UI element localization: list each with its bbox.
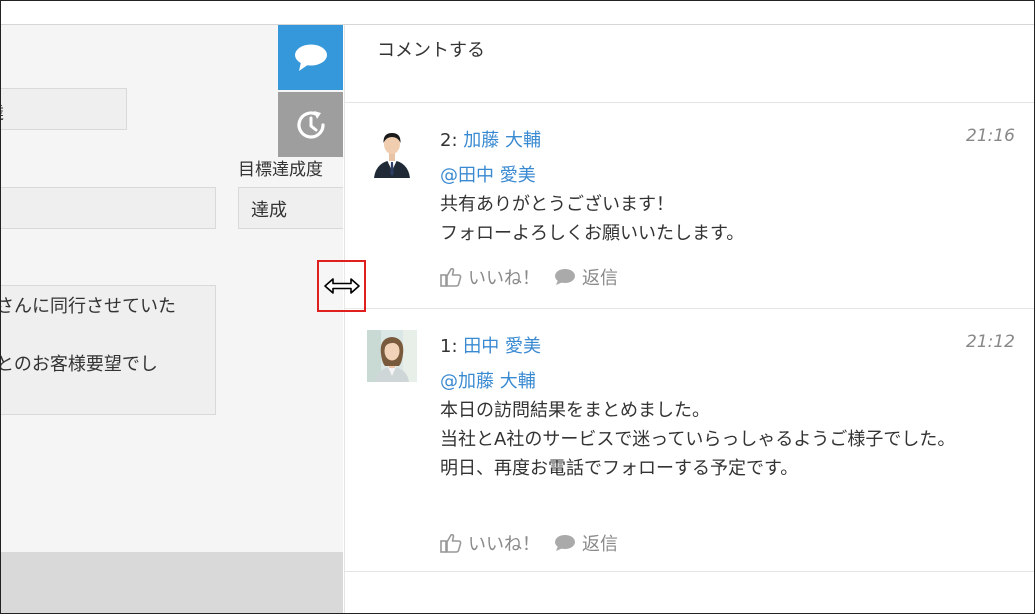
report-text-field[interactable]: 問さんに同行させていた いとのお客様要望でし <box>1 285 216 415</box>
form-field-1-value: 達 <box>1 103 4 124</box>
target-achievement-value: 達成 <box>251 200 287 221</box>
form-field-1[interactable]: 達 <box>1 88 127 130</box>
target-achievement-field[interactable]: 達成 <box>238 187 343 229</box>
comments-tab[interactable] <box>278 25 343 90</box>
comment-body: 本日の訪問結果をまとめました。 当社とA社のサービスで迷っていらっしゃるようご様… <box>440 396 955 483</box>
mention-link[interactable]: @加藤 大輔 <box>440 367 536 393</box>
reply-label: 返信 <box>582 534 618 555</box>
comment-item: 2: 加藤 大輔 21:16 @田中 愛美 共有ありがとうございます！ フォロー… <box>345 104 1034 309</box>
comment-panel: 2: 加藤 大輔 21:16 @田中 愛美 共有ありがとうございます！ フォロー… <box>344 25 1034 613</box>
top-bar <box>1 1 1034 25</box>
comment-number: 2: <box>440 130 458 151</box>
mention-link[interactable]: @田中 愛美 <box>440 161 536 187</box>
reply-bubble-icon <box>555 535 575 551</box>
reply-button[interactable]: 返信 <box>554 264 618 290</box>
thumbs-up-icon <box>440 267 462 287</box>
comment-time: 21:12 <box>966 332 1015 352</box>
speech-bubble-icon <box>294 44 327 71</box>
comment-header: 1: 田中 愛美 <box>440 332 541 358</box>
reply-label: 返信 <box>582 268 618 289</box>
comment-author-link[interactable]: 田中 愛美 <box>463 336 541 357</box>
form-field-2[interactable] <box>1 187 216 229</box>
reply-button[interactable]: 返信 <box>554 530 618 556</box>
comment-time: 21:16 <box>966 126 1015 146</box>
target-achievement-label: 目標達成度 <box>238 160 323 180</box>
history-clock-icon <box>296 110 325 139</box>
history-tab[interactable] <box>278 92 343 157</box>
user-avatar-image <box>370 126 414 178</box>
comment-line: フォローよろしくお願いいたします。 <box>440 223 745 244</box>
comment-body: 共有ありがとうございます！ フォローよろしくお願いいたします。 <box>440 190 744 248</box>
comment-line: 本日の訪問結果をまとめました。 <box>440 400 710 421</box>
like-label: いいね！ <box>468 534 540 555</box>
user-avatar-image <box>367 330 417 382</box>
like-button[interactable]: いいね！ <box>440 530 540 556</box>
like-button[interactable]: いいね！ <box>440 264 540 290</box>
comment-line: 共有ありがとうございます！ <box>440 194 674 215</box>
left-panel-footer <box>1 552 343 613</box>
comment-author-link[interactable]: 加藤 大輔 <box>463 130 541 151</box>
app-frame: 達 目標達成度 達成 問さんに同行させていた いとのお客様要望でし <box>0 0 1035 614</box>
resize-arrow-icon <box>323 278 360 294</box>
panel-resize-handle[interactable] <box>317 260 366 312</box>
comment-input[interactable] <box>365 33 1034 67</box>
avatar <box>370 126 414 178</box>
avatar <box>367 330 417 382</box>
comment-item: 1: 田中 愛美 21:12 @加藤 大輔 本日の訪問結果をまとめました。 当社… <box>345 310 1034 572</box>
report-text-line <box>1 321 201 350</box>
report-text-line: いとのお客様要望でし <box>1 354 158 375</box>
comment-number: 1: <box>440 336 458 357</box>
comment-input-area <box>345 25 1034 103</box>
comment-actions: いいね！ 返信 <box>440 264 632 290</box>
comment-line: 明日、再度お電話でフォローする予定です。 <box>440 458 799 479</box>
comment-actions: いいね！ 返信 <box>440 530 632 556</box>
report-text-line: 問さんに同行させていた <box>1 296 176 317</box>
thumbs-up-icon <box>440 533 462 553</box>
comment-header: 2: 加藤 大輔 <box>440 126 541 152</box>
comment-line: 当社とA社のサービスで迷っていらっしゃるようご様子でした。 <box>440 429 956 450</box>
reply-bubble-icon <box>555 269 575 285</box>
like-label: いいね！ <box>468 268 540 289</box>
